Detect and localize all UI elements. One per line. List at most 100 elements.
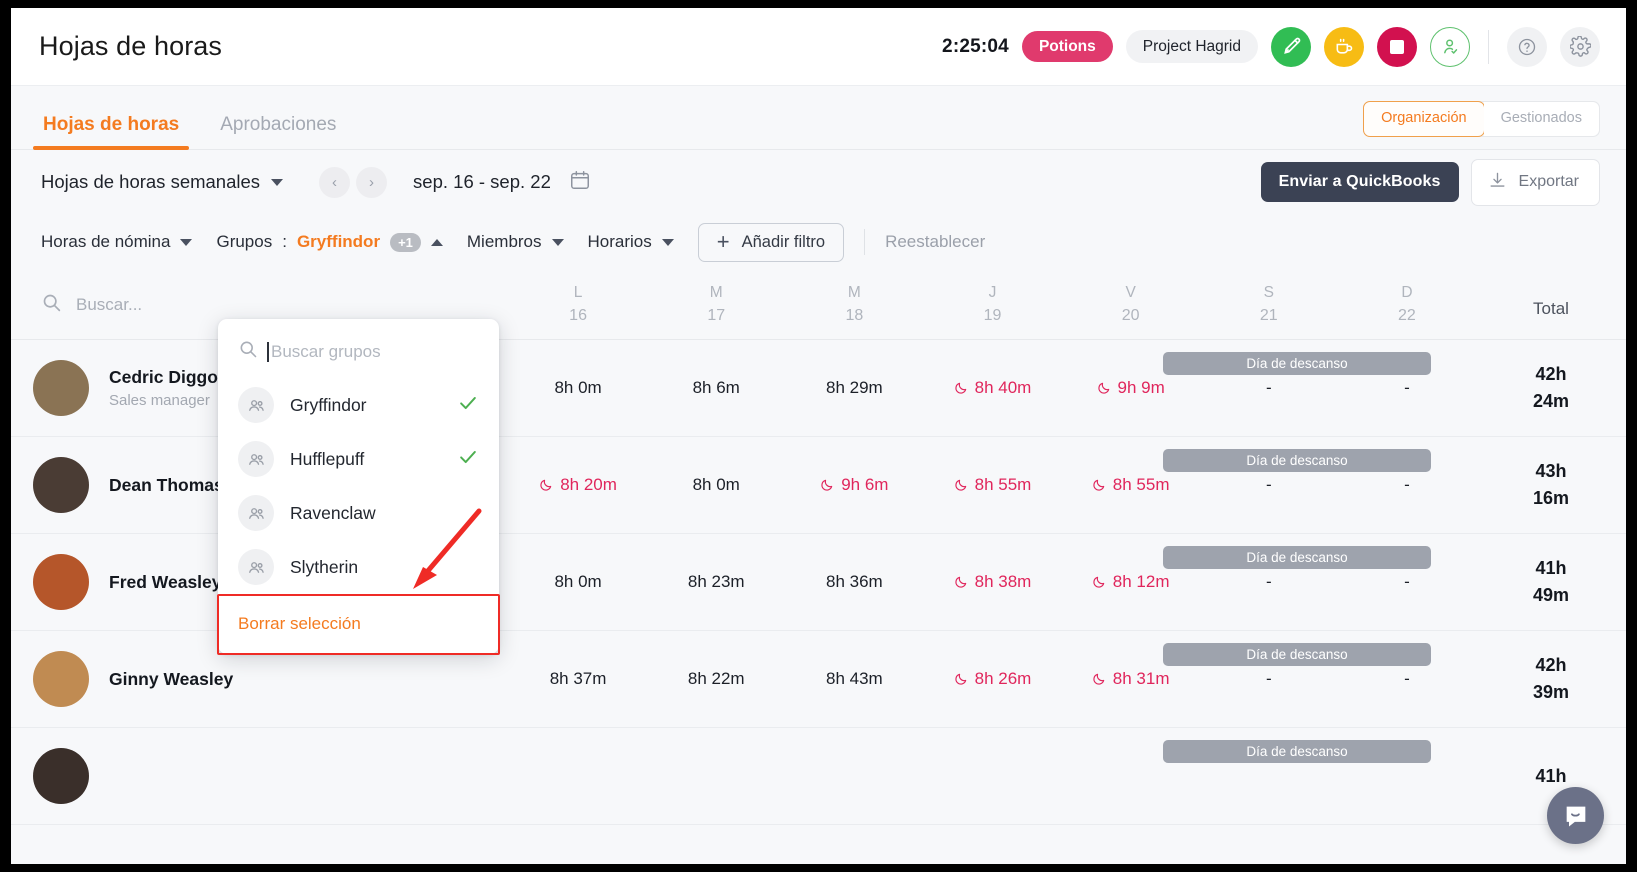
hours-cell[interactable]: 8h 20m: [509, 437, 647, 533]
total-hours: 42h: [1535, 364, 1567, 384]
day-of-week: J: [988, 284, 997, 301]
stop-square: [1390, 39, 1404, 54]
view-select[interactable]: Hojas de horas semanales: [41, 171, 284, 193]
hours-cell[interactable]: 8h 23m: [647, 534, 785, 630]
hours-value: -: [1265, 669, 1272, 688]
hours-value: 8h 12m: [1112, 572, 1170, 591]
activity-icon[interactable]: [1271, 26, 1311, 67]
hours-cell[interactable]: [647, 728, 785, 824]
rest-day-badge: Día de descanso: [1163, 449, 1431, 472]
settings-icon[interactable]: [1560, 26, 1600, 67]
next-week-button[interactable]: ›: [356, 166, 388, 198]
calendar-icon[interactable]: [569, 169, 591, 196]
chevron-up-icon[interactable]: [430, 238, 443, 246]
hours-cell[interactable]: 8h 29m: [785, 340, 923, 436]
hours-value: 9h 9m: [1117, 378, 1165, 397]
hours-cell[interactable]: 8h 0m: [647, 437, 785, 533]
add-filter-button[interactable]: + Añadir filtro: [697, 222, 845, 262]
day-number: 16: [569, 307, 587, 324]
current-project-pill[interactable]: Project Hagrid: [1125, 29, 1258, 64]
filter-divider: [864, 229, 866, 255]
hours-cell[interactable]: 8h 37m: [509, 631, 647, 727]
page-title: Hojas de horas: [39, 31, 223, 61]
day-number: 21: [1259, 307, 1278, 324]
tab-hojas-de-horas[interactable]: Hojas de horas: [32, 114, 190, 150]
group-option-label: Gryffindor: [290, 394, 367, 415]
total-hours: 43h: [1535, 461, 1567, 481]
hours-cell[interactable]: 8h 38m: [923, 534, 1061, 630]
total-hours: 42h: [1535, 655, 1567, 675]
search-placeholder: Buscar...: [76, 294, 143, 314]
day-header-18: M 18: [785, 270, 923, 339]
total-hours: 41h: [1535, 558, 1567, 578]
stop-timer-icon[interactable]: [1377, 26, 1417, 67]
group-option-ravenclaw[interactable]: Ravenclaw: [218, 486, 499, 540]
hours-cell[interactable]: 8h 0m: [509, 340, 647, 436]
reset-filters-button[interactable]: Reestablecer: [885, 232, 985, 252]
overtime-moon-icon: [820, 478, 834, 492]
header-divider: [1488, 29, 1489, 64]
tab-aprobaciones[interactable]: Aprobaciones: [216, 114, 340, 149]
filter-bar: Horas de nómina Grupos : Gryffindor +1 M…: [11, 214, 1626, 270]
controls-bar: Hojas de horas semanales ‹ › sep. 16 - s…: [11, 150, 1626, 214]
hours-cell[interactable]: 9h 6m: [785, 437, 923, 533]
group-option-hufflepuff[interactable]: Hufflepuff: [218, 432, 499, 486]
filter-groups-colon: :: [282, 232, 287, 251]
hours-cell[interactable]: [923, 728, 1061, 824]
filter-groups-overflow-badge: +1: [390, 232, 421, 252]
filter-groups[interactable]: Grupos : Gryffindor +1: [216, 232, 443, 252]
scope-organizacion[interactable]: Organización: [1363, 101, 1485, 137]
total-minutes: 49m: [1532, 585, 1570, 605]
groups-search-placeholder: Buscar grupos: [267, 341, 381, 362]
clear-selection-row: Borrar selección: [217, 594, 500, 655]
check-icon: [457, 446, 479, 473]
filter-members[interactable]: Miembros: [467, 232, 564, 252]
add-filter-label: Añadir filtro: [741, 232, 826, 251]
hours-value: 8h 40m: [974, 378, 1032, 397]
overtime-moon-icon: [954, 478, 968, 492]
hours-cell[interactable]: [509, 728, 647, 824]
employee-name: Cedric Diggory: [109, 367, 235, 387]
employee-info: Dean Thomas: [109, 475, 224, 496]
help-icon[interactable]: [1507, 26, 1547, 67]
hours-value: 8h 0m: [554, 572, 602, 591]
groups-search-input[interactable]: Buscar grupos: [218, 325, 499, 378]
prev-week-button[interactable]: ‹: [319, 166, 351, 198]
hours-cell[interactable]: 8h 55m: [923, 437, 1061, 533]
day-header-21: S 21: [1200, 270, 1338, 339]
scope-gestionados[interactable]: Gestionados: [1483, 102, 1599, 136]
group-option-gryffindor[interactable]: Gryffindor: [218, 378, 499, 432]
hours-cell[interactable]: 8h 36m: [785, 534, 923, 630]
filter-groups-label: Grupos: [216, 232, 273, 251]
export-button[interactable]: Exportar: [1470, 158, 1600, 206]
hours-value: 8h 55m: [974, 475, 1032, 494]
chat-widget-button[interactable]: [1547, 787, 1604, 844]
rest-day-badge: Día de descanso: [1163, 546, 1431, 569]
current-task-pill[interactable]: Potions: [1021, 30, 1113, 63]
top-header: Hojas de horas 2:25:04 Potions Project H…: [11, 8, 1626, 86]
overtime-moon-icon: [954, 575, 968, 589]
employee-cell[interactable]: [11, 728, 509, 824]
user-check-icon[interactable]: [1430, 26, 1470, 67]
day-of-week: M: [847, 284, 861, 301]
send-to-quickbooks-button[interactable]: Enviar a QuickBooks: [1260, 162, 1459, 202]
coffee-break-icon[interactable]: [1324, 26, 1364, 67]
day-of-week: D: [1401, 284, 1413, 301]
table-row[interactable]: 41h Día de descanso: [11, 728, 1626, 825]
hours-cell[interactable]: 8h 0m: [509, 534, 647, 630]
filter-payroll-hours[interactable]: Horas de nómina: [41, 232, 193, 252]
avatar: [33, 651, 89, 707]
group-option-slytherin[interactable]: Slytherin: [218, 540, 499, 594]
hours-cell[interactable]: [785, 728, 923, 824]
date-nav: ‹ ›: [319, 166, 388, 198]
hours-cell[interactable]: 8h 26m: [923, 631, 1061, 727]
hours-value: 8h 37m: [549, 669, 607, 688]
hours-cell[interactable]: 8h 6m: [647, 340, 785, 436]
hours-cell[interactable]: 8h 43m: [785, 631, 923, 727]
filter-schedules[interactable]: Horarios: [588, 232, 674, 252]
hours-value: -: [1404, 475, 1410, 494]
clear-selection-button[interactable]: Borrar selección: [218, 594, 499, 654]
hours-cell[interactable]: 8h 40m: [923, 340, 1061, 436]
hours-cell[interactable]: 8h 22m: [647, 631, 785, 727]
hours-value: 8h 0m: [692, 475, 740, 494]
